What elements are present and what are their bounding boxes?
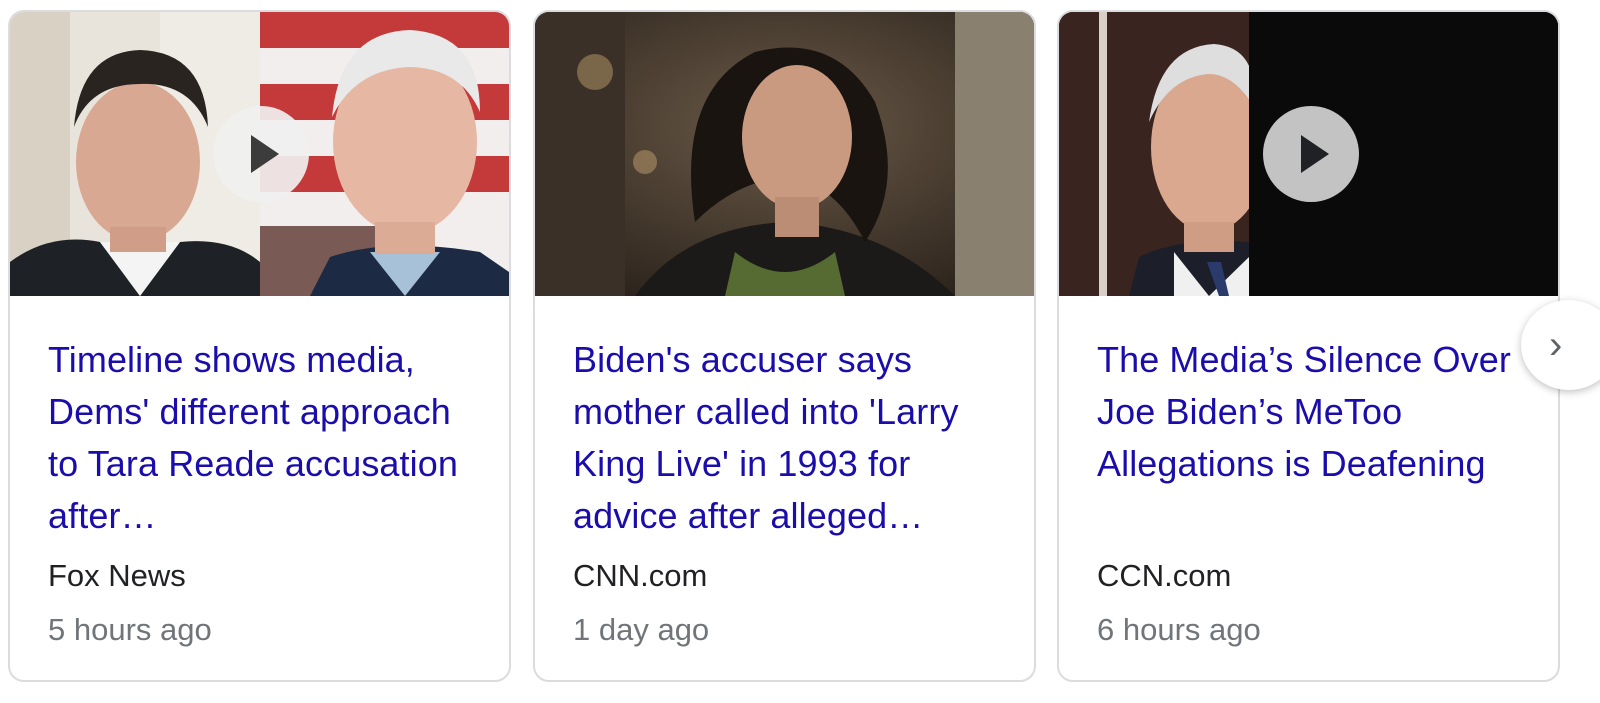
play-button[interactable] xyxy=(1263,106,1359,202)
news-source: CCN.com xyxy=(1097,558,1232,593)
play-icon xyxy=(1301,135,1329,173)
news-title-link[interactable]: The Media’s Silence Over Joe Biden’s MeT… xyxy=(1097,334,1522,542)
news-timestamp: 1 day ago xyxy=(573,612,710,647)
news-source: Fox News xyxy=(48,558,186,593)
news-title-link[interactable]: Biden's accuser says mother called into … xyxy=(573,334,998,542)
chevron-right-icon: › xyxy=(1549,322,1563,367)
news-thumbnail[interactable] xyxy=(10,12,509,296)
news-timestamp: 6 hours ago xyxy=(1097,612,1261,647)
news-title-link[interactable]: Timeline shows media, Dems' different ap… xyxy=(48,334,473,542)
news-card[interactable]: Biden's accuser says mother called into … xyxy=(533,10,1036,682)
news-carousel: Timeline shows media, Dems' different ap… xyxy=(0,0,1600,703)
news-thumbnail[interactable] xyxy=(535,12,1034,296)
news-thumbnail[interactable] xyxy=(1059,12,1558,296)
play-button[interactable] xyxy=(213,106,309,202)
play-icon xyxy=(251,135,279,173)
news-source: CNN.com xyxy=(573,558,708,593)
news-card[interactable]: Timeline shows media, Dems' different ap… xyxy=(8,10,511,682)
news-card[interactable]: The Media’s Silence Over Joe Biden’s MeT… xyxy=(1057,10,1560,682)
news-timestamp: 5 hours ago xyxy=(48,612,212,647)
thumbnail-image xyxy=(535,12,1034,296)
